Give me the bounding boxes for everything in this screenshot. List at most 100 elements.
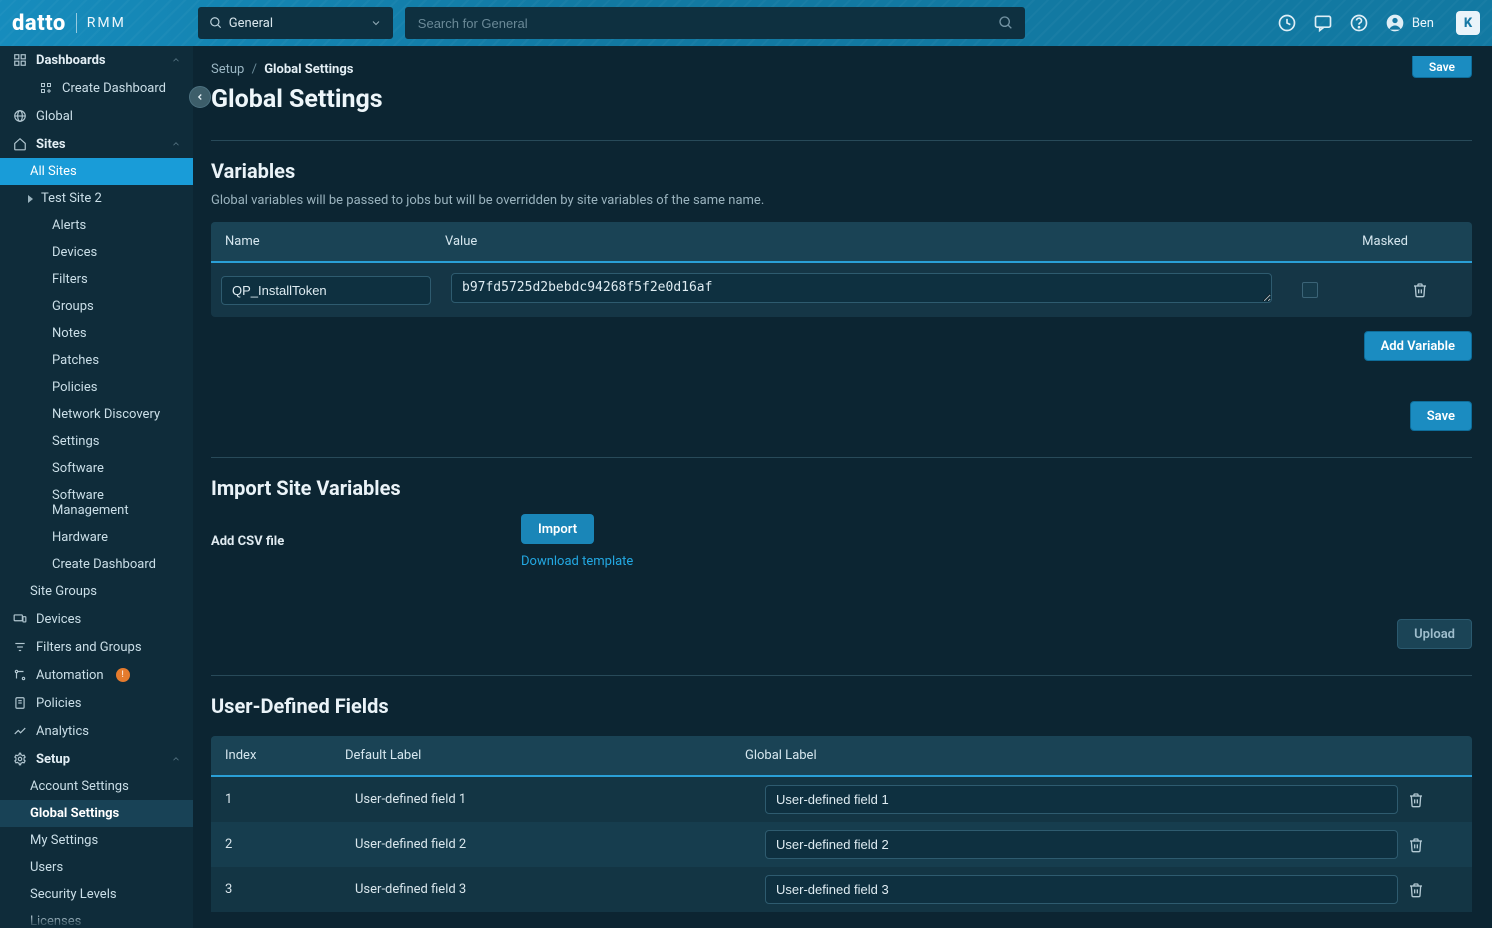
top-save-wrapper: Save	[1412, 56, 1472, 78]
variables-subtitle: Global variables will be passed to jobs …	[211, 193, 1472, 208]
udf-default: User-defined field 1	[355, 792, 755, 807]
user-menu[interactable]: Ben	[1384, 12, 1434, 34]
nav-site-child[interactable]: Software	[0, 455, 193, 482]
nav-test-site[interactable]: Test Site 2	[0, 185, 193, 212]
nav-site-child[interactable]: Notes	[0, 320, 193, 347]
nav-dashboards[interactable]: Dashboards	[0, 46, 193, 74]
col-default-label: Default Label	[345, 748, 745, 763]
search-box[interactable]	[405, 7, 1025, 39]
nav-filters-groups[interactable]: Filters and Groups	[0, 633, 193, 661]
nav-site-child[interactable]: Policies	[0, 374, 193, 401]
globe-icon	[12, 108, 28, 124]
col-name: Name	[225, 234, 445, 249]
breadcrumb: Setup / Global Settings	[211, 62, 1472, 77]
col-global-label: Global Label	[745, 748, 1408, 763]
chat-icon[interactable]	[1312, 12, 1334, 34]
upload-button[interactable]: Upload	[1397, 619, 1472, 649]
nav-all-sites[interactable]: All Sites	[0, 158, 193, 185]
nav-site-child[interactable]: Patches	[0, 347, 193, 374]
udf-delete-button[interactable]	[1408, 837, 1458, 853]
brand-logo[interactable]: datto RMM	[12, 11, 126, 36]
udf-global-input[interactable]	[765, 875, 1398, 904]
nav-setup-child[interactable]: Security Levels	[0, 881, 193, 908]
nav-label: Security Levels	[30, 887, 117, 902]
nav-label: Settings	[52, 434, 99, 449]
udf-row: 3User-defined field 3	[211, 867, 1472, 912]
nav-analytics[interactable]: Analytics	[0, 717, 193, 745]
nav-site-child[interactable]: Settings	[0, 428, 193, 455]
sidebar-fade	[0, 914, 193, 928]
gear-icon	[12, 751, 28, 767]
nav-site-child[interactable]: Create Dashboard	[0, 551, 193, 578]
variables-table: Name Value Masked	[211, 222, 1472, 317]
search-wrap: General	[138, 7, 1025, 39]
nav-setup-child[interactable]: My Settings	[0, 827, 193, 854]
recent-icon[interactable]	[1276, 12, 1298, 34]
nav-label: Groups	[52, 299, 94, 314]
nav-site-groups[interactable]: Site Groups	[0, 578, 193, 605]
variables-title: Variables	[211, 159, 1472, 183]
grid-plus-icon	[38, 80, 54, 96]
udf-delete-button[interactable]	[1408, 882, 1458, 898]
nav-setup[interactable]: Setup	[0, 745, 193, 773]
nav-site-child[interactable]: Network Discovery	[0, 401, 193, 428]
nav-site-child[interactable]: Hardware	[0, 524, 193, 551]
delete-variable-button[interactable]	[1412, 282, 1462, 298]
nav-site-child[interactable]: Software Management	[0, 482, 193, 524]
search-input[interactable]	[416, 15, 992, 32]
analytics-icon	[12, 723, 28, 739]
help-icon[interactable]	[1348, 12, 1370, 34]
nav-site-child[interactable]: Groups	[0, 293, 193, 320]
nav-label: Users	[30, 860, 63, 875]
breadcrumb-current: Global Settings	[264, 62, 353, 77]
nav-label: Account Settings	[30, 779, 129, 794]
nav-global[interactable]: Global	[0, 102, 193, 130]
udf-global-input[interactable]	[765, 830, 1398, 859]
nav-devices[interactable]: Devices	[0, 605, 193, 633]
variable-masked-checkbox[interactable]	[1302, 282, 1318, 298]
brand-name: datto	[12, 11, 66, 36]
add-variable-button[interactable]: Add Variable	[1364, 331, 1472, 361]
automation-badge-icon: !	[116, 668, 130, 682]
nav-setup-child[interactable]: Global Settings	[0, 800, 193, 827]
nav-label: Analytics	[36, 724, 89, 739]
search-scope-label: General	[229, 16, 273, 31]
nav-label: Hardware	[52, 530, 108, 545]
app-switcher-badge[interactable]: K	[1456, 11, 1480, 35]
udf-row: 2User-defined field 2	[211, 822, 1472, 867]
variables-table-head: Name Value Masked	[211, 222, 1472, 263]
save-button-top[interactable]: Save	[1412, 56, 1472, 78]
search-scope-select[interactable]: General	[198, 7, 393, 39]
nav-site-child[interactable]: Devices	[0, 239, 193, 266]
variable-name-input[interactable]	[221, 276, 431, 305]
nav-setup-child[interactable]: Users	[0, 854, 193, 881]
nav-label: Devices	[36, 612, 81, 627]
breadcrumb-parent[interactable]: Setup	[211, 62, 244, 77]
udf-table-head: Index Default Label Global Label	[211, 736, 1472, 777]
udf-delete-button[interactable]	[1408, 792, 1458, 808]
sidebar-collapse-button[interactable]	[189, 86, 211, 108]
save-variables-button[interactable]: Save	[1410, 401, 1472, 431]
home-icon	[12, 136, 28, 152]
nav-policies[interactable]: Policies	[0, 689, 193, 717]
page-title: Global Settings	[211, 85, 1472, 114]
import-label: Add CSV file	[211, 534, 481, 549]
nav-automation[interactable]: Automation !	[0, 661, 193, 689]
udf-row: 1User-defined field 1	[211, 777, 1472, 822]
variable-value-input[interactable]	[451, 273, 1272, 303]
nav-label: My Settings	[30, 833, 98, 848]
import-button[interactable]: Import	[521, 514, 594, 544]
nav-label: Filters and Groups	[36, 640, 142, 655]
nav-create-dashboard[interactable]: Create Dashboard	[0, 74, 193, 102]
udf-global-input[interactable]	[765, 785, 1398, 814]
nav-site-child[interactable]: Filters	[0, 266, 193, 293]
devices-icon	[12, 611, 28, 627]
col-index: Index	[225, 748, 345, 763]
nav-sites[interactable]: Sites	[0, 130, 193, 158]
nav-site-child[interactable]: Alerts	[0, 212, 193, 239]
nav-setup-child[interactable]: Account Settings	[0, 773, 193, 800]
download-template-link[interactable]: Download template	[521, 554, 633, 569]
nav-label: Patches	[52, 353, 99, 368]
variables-row	[211, 263, 1472, 317]
nav-label: Policies	[36, 696, 81, 711]
